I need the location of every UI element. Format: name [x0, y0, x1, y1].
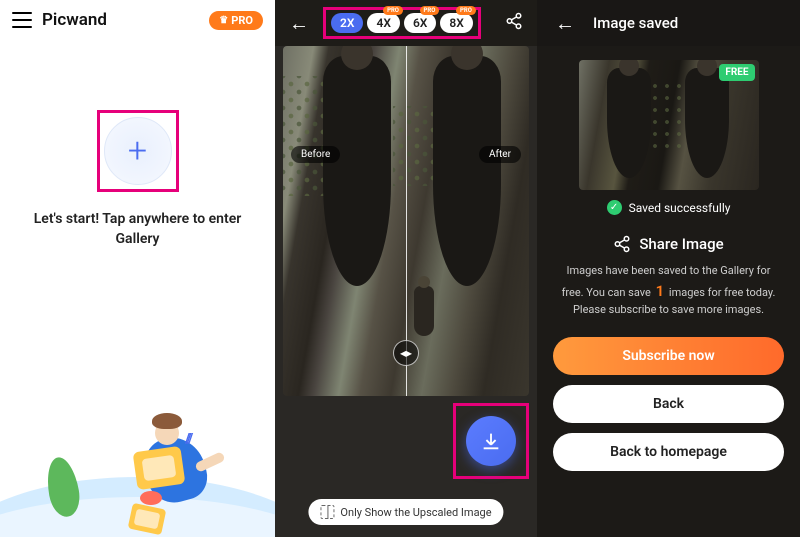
crown-icon: ♛	[219, 15, 228, 26]
back-label: Back	[653, 396, 684, 412]
compare-header: ← 2X 4X PRO 6X PRO 8X PRO	[275, 0, 537, 46]
after-label: After	[479, 146, 521, 163]
subscribe-button[interactable]: Subscribe now	[553, 337, 784, 375]
download-icon	[480, 430, 502, 452]
pro-tag: PRO	[383, 6, 403, 15]
menu-icon[interactable]	[12, 12, 32, 28]
share-icon[interactable]	[501, 8, 527, 38]
screen-start: Picwand ♛ PRO + Let's start! Tap anywher…	[0, 0, 275, 537]
button-stack: Subscribe now Back Back to homepage	[537, 337, 800, 471]
only-show-upscaled-button[interactable]: Only Show the Upscaled Image	[308, 499, 503, 525]
start-prompt: Let's start! Tap anywhere to enter Galle…	[0, 210, 275, 249]
pro-tag: PRO	[420, 6, 440, 15]
plus-icon: +	[128, 134, 147, 168]
saved-status: ✓ Saved successfully	[537, 200, 800, 215]
pro-badge[interactable]: ♛ PRO	[209, 11, 263, 30]
saved-text: Saved successfully	[629, 201, 731, 215]
header: Picwand ♛ PRO	[0, 0, 275, 40]
back-icon[interactable]: ←	[285, 7, 313, 40]
info-count: 1	[654, 282, 667, 300]
scale-6x-label: 6X	[413, 16, 427, 30]
scale-2x-button[interactable]: 2X	[331, 13, 363, 33]
before-label: Before	[291, 146, 340, 163]
back-homepage-button[interactable]: Back to homepage	[553, 433, 784, 471]
scale-4x-label: 4X	[376, 16, 390, 30]
free-badge: FREE	[719, 64, 754, 81]
scale-4x-button[interactable]: 4X PRO	[367, 13, 399, 33]
header-left: Picwand	[12, 10, 107, 30]
welcome-illustration: ///	[0, 387, 275, 537]
scale-2x-label: 2X	[340, 16, 354, 30]
scale-8x-button[interactable]: 8X PRO	[440, 13, 472, 33]
screen-saved: ← Image saved FREE ✓ Saved successfully …	[537, 0, 800, 537]
saved-header: ← Image saved	[537, 0, 800, 46]
highlight-scales: 2X 4X PRO 6X PRO 8X PRO	[323, 7, 481, 39]
compare-handle-icon[interactable]: ◂▸	[393, 340, 419, 366]
app-screens: Picwand ♛ PRO + Let's start! Tap anywher…	[0, 0, 800, 537]
highlight-add: +	[97, 110, 179, 192]
save-info: Images have been saved to the Gallery fo…	[537, 263, 800, 319]
scale-8x-label: 8X	[449, 16, 463, 30]
scale-6x-button[interactable]: 6X PRO	[404, 13, 436, 33]
share-title: Share Image	[639, 235, 723, 253]
share-image-row[interactable]: Share Image	[537, 235, 800, 253]
check-icon: ✓	[607, 200, 622, 215]
page-title: Image saved	[593, 14, 678, 32]
homepage-label: Back to homepage	[610, 444, 727, 460]
highlight-download	[453, 403, 529, 479]
add-image-button[interactable]: +	[104, 117, 172, 185]
download-button[interactable]	[466, 416, 516, 466]
app-title: Picwand	[42, 10, 107, 30]
compare-toggle-icon	[320, 505, 334, 519]
back-button[interactable]: Back	[553, 385, 784, 423]
share-icon	[613, 235, 631, 253]
only-show-label: Only Show the Upscaled Image	[340, 506, 491, 519]
pro-label: PRO	[231, 14, 253, 27]
pro-tag: PRO	[456, 6, 476, 15]
result-thumbnail: FREE	[579, 60, 759, 190]
back-icon[interactable]: ←	[551, 7, 579, 40]
subscribe-label: Subscribe now	[622, 348, 714, 364]
screen-compare: ← 2X 4X PRO 6X PRO 8X PRO	[275, 0, 537, 537]
